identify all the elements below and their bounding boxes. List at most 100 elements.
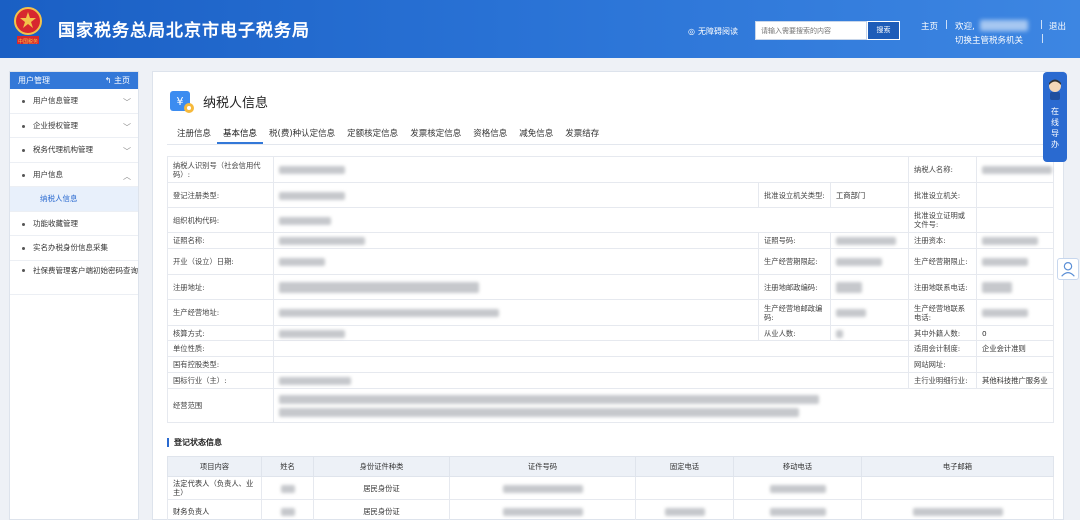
user-float-button[interactable] — [1057, 258, 1079, 280]
user-icon — [1061, 262, 1075, 277]
table-row: 核算方式: 从业人数: 其中外籍人数: 0 — [167, 325, 1055, 341]
label-accounting: 核算方式: — [167, 325, 274, 341]
value-state-holding — [272, 356, 910, 373]
value-website — [976, 356, 1055, 373]
label-state-holding: 国有控股类型: — [167, 356, 274, 373]
search-input[interactable] — [755, 21, 867, 40]
tab-basic-info[interactable]: 基本信息 — [217, 127, 264, 144]
col-header: 姓名 — [261, 456, 314, 477]
label-open-date: 开业（设立）日期: — [167, 248, 274, 275]
label-scope: 经营范围 — [167, 388, 274, 423]
header-separator-2: | — [1040, 20, 1043, 30]
value-industry — [272, 372, 910, 389]
cell-id-type: 居民身份证 — [313, 476, 450, 500]
table-row: 国标行业（主）: 主行业明细行业: 其他科技推广服务业 — [167, 372, 1055, 389]
label-website: 网站网址: — [908, 356, 978, 373]
label-approve-org-type: 批准设立机关类型: — [758, 182, 831, 208]
label-reg-phone: 注册地联系电话: — [908, 274, 978, 300]
tab-bar: 注册信息 基本信息 税(费)种认定信息 定额核定信息 发票核定信息 资格信息 减… — [171, 127, 605, 144]
svg-text:¥: ¥ — [177, 95, 184, 108]
table-row: 登记注册类型: 批准设立机关类型: 工商部门 批准设立机关: — [167, 182, 1055, 208]
eye-icon: ◎ — [688, 27, 695, 36]
col-header: 固定电话 — [635, 456, 734, 477]
bullet-icon — [22, 100, 25, 103]
label-org-code: 组织机构代码: — [167, 207, 274, 233]
sidebar-item-agent-mgmt[interactable]: 税务代理机构管理 ﹀ — [10, 138, 138, 163]
sidebar-item-user-info-mgmt[interactable]: 用户信息管理 ﹀ — [10, 89, 138, 114]
col-header: 电子邮箱 — [861, 456, 1054, 477]
taxpayer-info-icon: ¥ — [170, 91, 194, 113]
sidebar-item-taxpayer-info[interactable]: 纳税人信息 — [10, 187, 138, 212]
value-taxpayer-name — [976, 156, 1055, 183]
assistant-avatar-icon — [1049, 79, 1061, 100]
col-header: 移动电话 — [733, 456, 862, 477]
cell-email — [861, 499, 1054, 520]
sidebar-title: 用户管理 — [18, 76, 50, 85]
value-unit-nature — [272, 340, 910, 357]
table-row: 证照名称: 证照号码: 注册资本: — [167, 232, 1055, 249]
header-separator: | — [945, 20, 948, 30]
label-reg-type: 登记注册类型: — [167, 182, 274, 208]
value-foreigners: 0 — [976, 325, 1055, 341]
tab-exemption[interactable]: 减免信息 — [513, 127, 559, 144]
tab-registration[interactable]: 注册信息 — [171, 127, 217, 144]
bullet-icon — [22, 124, 25, 128]
label-main-detail: 主行业明细行业: — [908, 372, 978, 389]
col-header: 身份证件种类 — [313, 456, 450, 477]
table-row: 经营范围 — [167, 388, 1055, 423]
tab-qualification[interactable]: 资格信息 — [467, 127, 513, 144]
site-title: 国家税务总局北京市电子税务局 — [58, 21, 310, 41]
label-tin: 纳税人识别号（社会信用代码）: — [167, 156, 274, 183]
main-panel: ¥ 纳税人信息 注册信息 基本信息 税(费)种认定信息 定额核定信息 发票核定信… — [152, 71, 1064, 520]
value-reg-phone — [976, 274, 1055, 300]
cell-role: 财务负责人 — [167, 499, 262, 520]
value-biz-addr — [273, 299, 759, 326]
sidebar-item-realname[interactable]: 实名办税身份信息采集 — [10, 236, 138, 261]
back-arrow-icon: ↰ — [104, 76, 112, 85]
value-biz-zip — [829, 299, 910, 326]
sidebar-header: 用户管理 ↰ 主页 — [10, 72, 138, 89]
bullet-icon — [22, 247, 25, 250]
tab-invoice-stock[interactable]: 发票结存 — [559, 127, 605, 144]
tab-quota[interactable]: 定额核定信息 — [341, 127, 404, 144]
sidebar-item-social-pwd[interactable]: 社保费管理客户端初始密码查询 — [10, 261, 138, 295]
table-row: 纳税人识别号（社会信用代码）: 纳税人名称: — [167, 156, 1055, 183]
accessibility-link[interactable]: ◎ 无障碍阅读 — [688, 26, 738, 37]
sidebar-item-enterprise-auth[interactable]: 企业授权管理 ﹀ — [10, 114, 138, 138]
value-main-detail: 其他科技推广服务业 — [976, 372, 1055, 389]
chevron-down-icon: ﹀ — [123, 98, 131, 107]
label-cert-no: 证照号码: — [758, 232, 831, 249]
tab-invoice-approval[interactable]: 发票核定信息 — [404, 127, 467, 144]
sidebar-home-link[interactable]: ↰ 主页 — [105, 75, 130, 86]
logout-link[interactable]: 退出 — [1049, 20, 1066, 32]
value-reg-type — [273, 182, 759, 208]
sidebar: 用户管理 ↰ 主页 用户信息管理 ﹀ 企业授权管理 ﹀ 税务代理机构管理 ﹀ 用户信息… — [9, 71, 139, 520]
table-row: 生产经营地址: 生产经营地邮政编码: 生产经营地联系电话: — [167, 299, 1055, 326]
bullet-icon — [22, 173, 25, 177]
cell-name — [261, 499, 314, 520]
chevron-down-icon: ﹀ — [123, 147, 131, 156]
welcome-text: 欢迎, — [955, 22, 975, 32]
online-help-button[interactable]: 在 线 导 办 — [1043, 72, 1067, 162]
online-help-label: 在 线 导 办 — [1051, 107, 1059, 149]
search-button[interactable]: 搜索 — [867, 21, 900, 40]
value-accounting — [273, 325, 759, 341]
tax-emblem-logo: 中国税务 — [14, 7, 42, 45]
cell-mobile — [733, 499, 862, 520]
tab-tax-type[interactable]: 税(费)种认定信息 — [263, 127, 341, 144]
cell-phone — [635, 476, 734, 500]
col-header: 证件号码 — [449, 456, 636, 477]
switch-org-link[interactable]: 切换主管税务机关 — [955, 34, 1023, 46]
table-row: 组织机构代码: 批准设立证明或文件号: — [167, 207, 1055, 233]
value-approve-org-type: 工商部门 — [829, 182, 910, 208]
value-scope — [272, 388, 1055, 423]
value-reg-capital — [976, 232, 1055, 249]
svg-text:中国税务: 中国税务 — [18, 38, 38, 45]
home-link[interactable]: 主页 — [921, 20, 938, 32]
table-row: 单位性质: 适用会计制度: 企业会计准则 — [167, 340, 1055, 357]
sidebar-item-favorites[interactable]: 功能收藏管理 — [10, 212, 138, 236]
label-biz-zip: 生产经营地邮政编码: — [758, 299, 831, 326]
cell-mobile — [733, 476, 862, 500]
table-row: 国有控股类型: 网站网址: — [167, 356, 1055, 373]
sidebar-item-user-info[interactable]: 用户信息 ︿ — [10, 163, 138, 187]
